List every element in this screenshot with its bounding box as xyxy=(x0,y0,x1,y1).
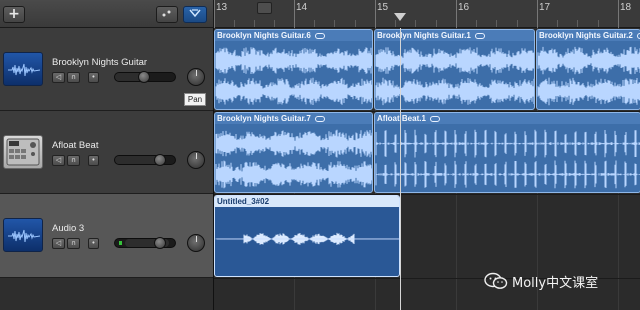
mute-icon[interactable]: ◁ xyxy=(52,155,65,166)
waveform-path xyxy=(215,47,372,74)
region-waveform xyxy=(537,46,640,106)
track-header-guitar[interactable]: Brooklyn Nights Guitar ◁ ∩ • xyxy=(0,28,213,111)
volume-slider-knob[interactable] xyxy=(138,71,150,83)
waveform-icon xyxy=(3,52,43,86)
loop-icon xyxy=(474,32,485,39)
record-enable-icon[interactable]: • xyxy=(88,72,99,83)
pan-knob[interactable] xyxy=(187,68,205,86)
region-guitar-6[interactable]: Brooklyn Nights Guitar.6 xyxy=(214,29,373,110)
volume-slider-knob[interactable] xyxy=(154,154,166,166)
watermark-text: Molly中文课室 xyxy=(512,276,599,291)
cycle-region-marker[interactable] xyxy=(257,2,272,14)
pan-knob[interactable] xyxy=(187,234,205,252)
headphones-icon[interactable]: ∩ xyxy=(67,72,80,83)
region-name: Brooklyn Nights Guitar.1 xyxy=(377,31,471,40)
region-name: Afloat Beat.1 xyxy=(377,114,426,123)
region-name: Brooklyn Nights Guitar.7 xyxy=(217,114,311,123)
add-track-button[interactable]: + xyxy=(3,6,25,23)
region-waveform xyxy=(215,232,399,245)
waveform-path xyxy=(375,129,640,158)
pan-knob[interactable] xyxy=(187,151,205,169)
wechat-logo-icon xyxy=(484,272,508,289)
track-controls: ◁ ∩ • xyxy=(52,155,101,166)
track-name[interactable]: Afloat Beat xyxy=(52,140,98,151)
track-controls: ◁ ∩ • xyxy=(52,72,101,83)
bar-number: 15 xyxy=(377,2,389,13)
loop-icon xyxy=(429,115,440,122)
tracks-area[interactable]: Brooklyn Nights Guitar.6 Brooklyn Nights… xyxy=(213,28,640,310)
tracks-header-toolbar: + xyxy=(0,0,213,28)
mute-icon[interactable]: ◁ xyxy=(52,72,65,83)
region-waveform xyxy=(215,129,372,189)
timeline-ruler[interactable]: 13 14 15 16 17 18 xyxy=(213,0,640,28)
region-name: Untitled_3#02 xyxy=(217,197,270,206)
track-name[interactable]: Brooklyn Nights Guitar xyxy=(52,57,147,68)
waveform-path xyxy=(537,46,640,75)
region-waveform xyxy=(375,129,640,189)
waveform-path xyxy=(375,160,640,189)
waveform-path xyxy=(215,77,372,105)
track-controls: ◁ ∩ • xyxy=(52,238,101,249)
region-waveform xyxy=(375,47,534,106)
region-guitar-1[interactable]: Brooklyn Nights Guitar.1 xyxy=(374,29,535,110)
region-afloat-beat-1[interactable]: Afloat Beat.1 xyxy=(374,112,640,193)
waveform-path xyxy=(215,129,372,158)
volume-slider[interactable] xyxy=(114,237,176,249)
drum-machine-icon xyxy=(3,135,43,169)
level-meter xyxy=(119,241,122,245)
filter-icon[interactable] xyxy=(183,6,207,23)
region-waveform xyxy=(215,47,372,105)
loop-icon xyxy=(314,115,325,122)
smart-controls-icon[interactable] xyxy=(156,6,178,23)
waveform-path xyxy=(215,160,372,189)
mute-icon[interactable]: ◁ xyxy=(52,238,65,249)
bar-number: 18 xyxy=(620,2,632,13)
playhead-handle[interactable] xyxy=(394,13,406,21)
record-enable-icon[interactable]: • xyxy=(88,238,99,249)
pan-tooltip: Pan xyxy=(184,93,206,106)
region-name: Brooklyn Nights Guitar.6 xyxy=(217,31,311,40)
track-header-beat[interactable]: Afloat Beat ◁ ∩ • xyxy=(0,111,213,194)
volume-slider[interactable] xyxy=(114,71,176,83)
playhead[interactable] xyxy=(400,28,401,310)
headphones-icon[interactable]: ∩ xyxy=(67,155,80,166)
region-guitar-7[interactable]: Brooklyn Nights Guitar.7 xyxy=(214,112,373,193)
track-header-empty-area xyxy=(0,278,213,310)
volume-slider-knob[interactable] xyxy=(154,237,166,249)
bar-number: 17 xyxy=(539,2,551,13)
record-enable-icon[interactable]: • xyxy=(88,155,99,166)
watermark: Molly中文课室 xyxy=(484,270,640,292)
region-name: Brooklyn Nights Guitar.2 xyxy=(539,31,633,40)
waveform-icon xyxy=(3,218,43,252)
bar-number: 16 xyxy=(458,2,470,13)
region-guitar-2[interactable]: Brooklyn Nights Guitar.2 xyxy=(536,29,640,110)
headphones-icon[interactable]: ∩ xyxy=(67,238,80,249)
track-header-audio3[interactable]: Audio 3 ◁ ∩ • xyxy=(0,194,213,278)
region-untitled-3-02[interactable]: Untitled_3#02 xyxy=(214,195,400,277)
bar-number: 14 xyxy=(296,2,308,13)
waveform-path xyxy=(537,77,640,106)
track-name[interactable]: Audio 3 xyxy=(52,223,84,234)
loop-icon xyxy=(314,32,325,39)
volume-slider[interactable] xyxy=(114,154,176,166)
bar-number: 13 xyxy=(216,2,228,13)
